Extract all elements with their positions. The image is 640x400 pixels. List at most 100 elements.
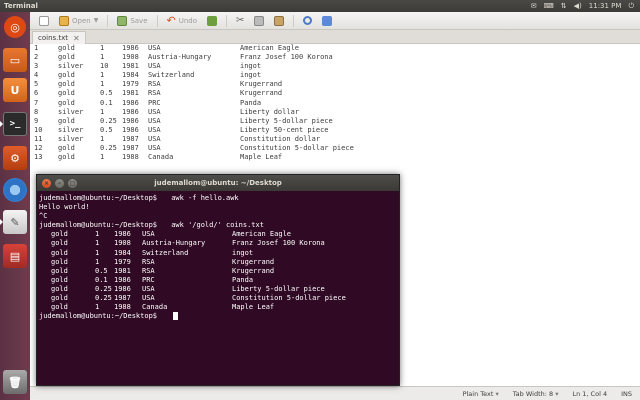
output-cell: gold	[51, 303, 68, 312]
editor-cell: gold	[58, 89, 75, 98]
editor-cell: PRC	[148, 98, 161, 107]
copy-button[interactable]	[251, 15, 267, 27]
new-document-icon	[39, 15, 49, 26]
editor-line: 8 silver 1 1986 USA Liberty dollar	[30, 108, 640, 117]
awk-results: gold 1 1986 USA American Eagle gold 1 1908 Austr…	[39, 230, 397, 312]
output-cell: USA	[142, 230, 155, 239]
app-title: Terminal	[4, 2, 38, 10]
output-cell: gold	[51, 284, 68, 293]
top-panel: Terminal ✉ ⌨ ⇅ ◀) 11:31 PM ⏻	[0, 0, 640, 12]
terminal-line: gold 0.25 1987 USA Constitution 5-dollar pie…	[39, 294, 397, 303]
editor-cell: 1986	[122, 125, 139, 134]
terminal-window[interactable]: × – □ judemallom@ubuntu: ~/Desktop judem…	[36, 174, 400, 386]
clock[interactable]: 11:31 PM	[589, 2, 622, 10]
open-button[interactable]: Open ▼	[56, 15, 101, 27]
terminal-line: gold 1 1908 Austria-Hungary Franz Josef 100 …	[39, 239, 397, 248]
output-cell: gold	[51, 248, 68, 257]
editor-cell: Liberty 5-dollar piece	[240, 116, 333, 125]
output-cell: 1	[95, 257, 100, 266]
impress-icon[interactable]: ▤	[3, 244, 27, 268]
output-cell: USA	[142, 294, 155, 303]
network-icon[interactable]: ⇅	[561, 2, 567, 10]
output-cell: 1	[95, 248, 100, 257]
terminal-line: judemallom@ubuntu:~/Desktop$ awk -f hell…	[39, 194, 397, 203]
editor-cell: 1908	[122, 53, 139, 62]
files-icon[interactable]: ▭	[3, 48, 27, 72]
output-cell: gold	[51, 294, 68, 303]
line-number: 10	[34, 125, 43, 134]
editor-cell: 1	[100, 80, 105, 89]
editor-cell: 1988	[122, 153, 139, 162]
chromium-icon[interactable]	[3, 178, 27, 202]
editor-line: 7 gold 0.1 1986 PRC Panda	[30, 99, 640, 108]
output-cell: Krugerrand	[232, 257, 275, 266]
output-cell: gold	[51, 230, 68, 239]
output-cell: 1	[95, 230, 100, 239]
editor-cell: Austria-Hungary	[148, 53, 212, 62]
editor-cell: USA	[148, 144, 161, 153]
paste-button[interactable]	[271, 15, 287, 27]
editor-cell: Krugerrand	[240, 80, 283, 89]
toolbar-separator	[156, 14, 158, 27]
editor-cell: Franz Josef 100 Korona	[240, 53, 333, 62]
close-icon[interactable]: ✕	[73, 34, 80, 43]
line-number: 12	[34, 144, 43, 153]
editor-cell: 0.5	[100, 125, 113, 134]
line-number: 13	[34, 153, 43, 162]
save-icon	[117, 15, 128, 26]
toolbar-separator	[107, 14, 109, 27]
editor-cell: gold	[58, 53, 75, 62]
editor-cell: USA	[148, 125, 161, 134]
output-cell: Franz Josef 100 Korona	[232, 239, 325, 248]
replace-button[interactable]	[319, 15, 335, 27]
editor-cell: ingot	[240, 71, 262, 80]
ubuntu-icon[interactable]: ◎	[4, 16, 26, 38]
save-button[interactable]: Save	[114, 15, 150, 27]
editor-cell: 1984	[122, 71, 139, 80]
tab-bar: coins.txt ✕	[30, 30, 640, 44]
tab-width-selector[interactable]: Tab Width: 8	[513, 390, 559, 398]
line-number: 2	[34, 53, 39, 62]
chevron-down-icon[interactable]: ▼	[94, 17, 99, 24]
redo-button[interactable]	[204, 15, 220, 27]
mail-icon[interactable]: ✉	[531, 2, 537, 10]
output-cell: PRC	[142, 275, 155, 284]
output-cell: Panda	[232, 275, 254, 284]
line-number: 7	[34, 98, 39, 107]
editor-cell: ingot	[240, 62, 262, 71]
output-cell: 1986	[114, 275, 131, 284]
editor-cell: Panda	[240, 98, 262, 107]
undo-button[interactable]: ↶ Undo	[164, 13, 201, 28]
cut-button[interactable]: ✂	[233, 14, 247, 27]
output-cell: RSA	[142, 266, 155, 275]
editor-cell: 0.1	[100, 98, 113, 107]
settings-icon[interactable]: ⚙	[3, 146, 27, 170]
undo-icon: ↶	[166, 14, 176, 27]
find-button[interactable]	[300, 15, 315, 26]
output-cell: ingot	[232, 248, 254, 257]
volume-icon[interactable]: ◀)	[574, 2, 582, 10]
terminal-icon[interactable]: >_	[3, 112, 27, 136]
gedit-icon[interactable]: ✎	[3, 210, 27, 234]
editor-cell: 1987	[122, 134, 139, 143]
editor-line: 9 gold 0.25 1986 USA Liberty 5-dollar piece	[30, 117, 640, 126]
language-selector[interactable]: Plain Text	[463, 390, 499, 398]
terminal-line: judemallom@ubuntu:~/Desktop$ awk '/gold/…	[39, 221, 397, 230]
editor-cell: USA	[148, 134, 161, 143]
keyboard-icon[interactable]: ⌨	[544, 2, 554, 10]
trash-icon[interactable]: 🗑	[3, 370, 27, 394]
ubuntu-one-icon[interactable]: U	[3, 78, 27, 102]
editor-cell: Maple Leaf	[240, 153, 283, 162]
editor-cell: 1	[100, 153, 105, 162]
tab-coins-txt[interactable]: coins.txt ✕	[32, 31, 86, 44]
redo-icon	[207, 15, 218, 26]
terminal-line: gold 1 1979 RSA Krugerrand	[39, 258, 397, 267]
new-button[interactable]	[36, 15, 52, 27]
editor-line: 2 gold 1 1908 Austria-Hungary Franz Josef 100…	[30, 53, 640, 62]
terminal-titlebar[interactable]: × – □ judemallom@ubuntu: ~/Desktop	[37, 175, 399, 191]
editor-cell: 1986	[122, 107, 139, 116]
terminal-output[interactable]: judemallom@ubuntu:~/Desktop$ awk -f hell…	[37, 191, 399, 324]
editor-cell: gold	[58, 144, 75, 153]
editor-cell: 1979	[122, 80, 139, 89]
power-icon[interactable]: ⏻	[628, 2, 634, 11]
